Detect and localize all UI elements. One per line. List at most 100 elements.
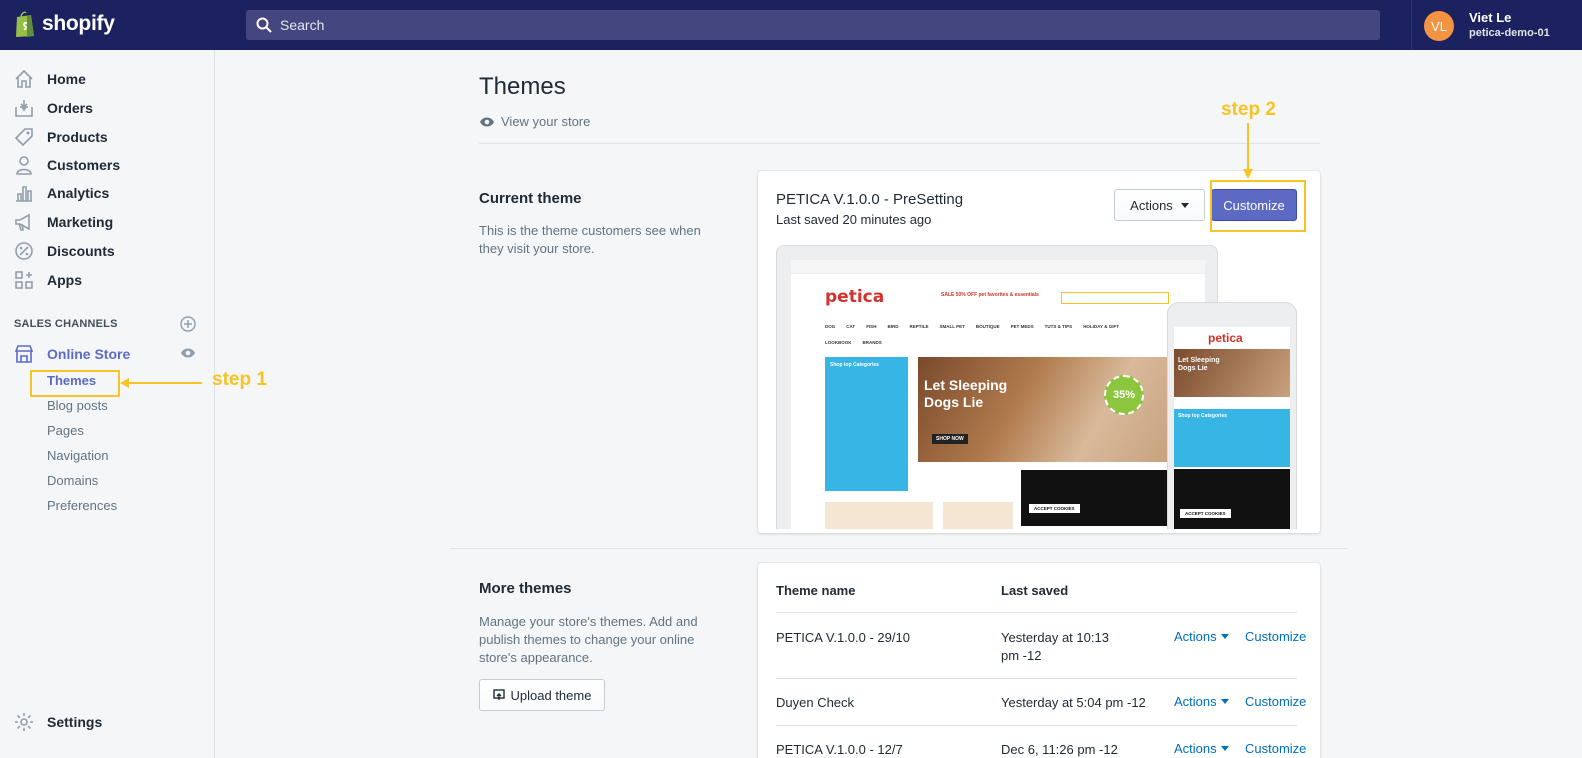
tag-icon xyxy=(14,128,33,147)
sidebar-item-label: Customers xyxy=(47,157,121,173)
preview-categories: Shop top Categories xyxy=(825,357,908,491)
preview-menu-item: SMALL PET xyxy=(939,324,965,329)
sidebar-item-pages[interactable]: Pages xyxy=(47,423,84,438)
sidebar-item-preferences[interactable]: Preferences xyxy=(47,498,117,513)
avatar[interactable]: VL xyxy=(1424,11,1454,41)
upload-theme-button[interactable]: Upload theme xyxy=(479,679,605,711)
theme-row-saved: Dec 6, 11:26 pm -12 xyxy=(1001,742,1118,757)
sidebar: Home Orders Products Customers Analytics… xyxy=(0,50,215,758)
preview-menu-item: BRANDS xyxy=(862,340,882,345)
sales-channels-title: SALES CHANNELS xyxy=(14,318,118,330)
sidebar-item-products[interactable]: Products xyxy=(14,125,108,149)
preview-mobile-hero-text: Let Sleeping Dogs Lie xyxy=(1178,357,1220,372)
preview-menu-item: BOUTIQUE xyxy=(975,324,1000,329)
current-theme-heading: Current theme xyxy=(479,190,582,207)
view-store-label: View your store xyxy=(501,114,591,129)
sidebar-item-apps[interactable]: Apps xyxy=(14,268,82,292)
preview-mobile-brand: petica xyxy=(1208,331,1243,345)
preview-promo-tile xyxy=(943,502,1013,529)
sidebar-item-label: Analytics xyxy=(47,185,110,201)
sidebar-item-label: Orders xyxy=(47,100,93,116)
preview-brand: petica xyxy=(825,287,885,307)
preview-mobile-categories: Shop top Categories xyxy=(1174,409,1290,467)
actions-button[interactable]: Actions xyxy=(1114,189,1205,221)
orders-icon xyxy=(15,100,33,117)
view-store-link[interactable]: View your store xyxy=(479,114,590,129)
sidebar-item-label: Settings xyxy=(47,714,103,730)
bar-chart-icon xyxy=(16,186,32,202)
row-actions-link[interactable]: Actions xyxy=(1174,694,1229,709)
col-last-saved: Last saved xyxy=(1001,583,1069,598)
mobile-preview-frame: petica Let Sleeping Dogs Lie Shop top Ca… xyxy=(1167,302,1297,529)
user-name[interactable]: Viet Le xyxy=(1469,10,1511,25)
sidebar-item-orders[interactable]: Orders xyxy=(14,96,93,120)
row-customize-link[interactable]: Customize xyxy=(1245,741,1306,756)
desktop-preview-screen: petica SALE 50% OFF pet favorites & esse… xyxy=(791,260,1205,529)
step1-label: step 1 xyxy=(212,369,267,390)
preview-mobile-hero: Let Sleeping Dogs Lie xyxy=(1174,349,1290,397)
preview-discount-badge: 35% xyxy=(1104,375,1144,415)
top-bar: shopify VL Viet Le petica-demo-01 xyxy=(0,0,1582,50)
row-actions-link[interactable]: Actions xyxy=(1174,741,1229,756)
search-bar[interactable] xyxy=(246,10,1380,40)
user-divider xyxy=(1411,0,1412,50)
row-actions-link[interactable]: Actions xyxy=(1174,629,1229,644)
step1-arrow xyxy=(120,378,202,388)
store-icon xyxy=(14,345,34,363)
sidebar-item-label: Products xyxy=(47,129,108,145)
theme-row-name: PETICA V.1.0.0 - 12/7 xyxy=(776,742,903,757)
sidebar-item-label: Discounts xyxy=(47,243,115,259)
row-customize-link[interactable]: Customize xyxy=(1245,629,1306,644)
page-title: Themes xyxy=(479,73,566,100)
sidebar-item-label: Apps xyxy=(47,272,82,288)
sidebar-item-online-store[interactable]: Online Store xyxy=(14,342,130,366)
eye-icon[interactable] xyxy=(180,347,196,359)
caret-down-icon xyxy=(1220,634,1229,639)
preview-menu-item: HOLIDAY & GIFT xyxy=(1083,324,1119,329)
preview-menu-item: LOOKBOOK xyxy=(825,340,852,345)
preview-mobile-accept-cookies: ACCEPT COOKIES xyxy=(1180,509,1231,518)
sidebar-item-customers[interactable]: Customers xyxy=(14,153,120,177)
search-icon xyxy=(256,17,272,33)
sidebar-item-settings[interactable]: Settings xyxy=(14,710,102,734)
current-theme-name: PETICA V.1.0.0 - PreSetting xyxy=(776,191,964,208)
table-divider xyxy=(776,725,1297,726)
sidebar-item-marketing[interactable]: Marketing xyxy=(14,210,113,234)
step2-highlight xyxy=(1210,180,1306,232)
search-input[interactable] xyxy=(280,17,1280,33)
add-channel-icon[interactable] xyxy=(180,316,196,332)
sidebar-item-analytics[interactable]: Analytics xyxy=(14,181,109,205)
shopify-logo[interactable]: shopify xyxy=(14,10,115,38)
sidebar-item-domains[interactable]: Domains xyxy=(47,473,98,488)
theme-preview[interactable]: petica SALE 50% OFF pet favorites & esse… xyxy=(776,245,1297,529)
more-themes-heading: More themes xyxy=(479,580,572,597)
preview-sale-text: SALE 50% OFF pet favorites & essentials xyxy=(941,292,1039,298)
step2-label: step 2 xyxy=(1221,99,1276,120)
row-actions-label: Actions xyxy=(1174,629,1217,644)
store-name[interactable]: petica-demo-01 xyxy=(1469,27,1550,39)
preview-menu: DOG CAT FISH BIRD REPTILE SMALL PET BOUT… xyxy=(825,324,1155,345)
preview-search xyxy=(1061,292,1169,304)
row-actions-label: Actions xyxy=(1174,741,1217,756)
preview-menu-item: DOG xyxy=(825,324,836,329)
theme-row-saved: Yesterday at 10:13 pm -12 xyxy=(1001,630,1109,663)
preview-topbar xyxy=(791,260,1205,274)
home-icon xyxy=(15,69,33,88)
preview-menu-item: PET MEDS xyxy=(1010,324,1034,329)
preview-menu-item: FISH xyxy=(866,324,877,329)
more-themes-table: Theme name Last saved PETICA V.1.0.0 - 2… xyxy=(758,563,1320,758)
preview-mobile-cookie-banner: ACCEPT COOKIES xyxy=(1174,469,1290,529)
preview-mobile-categories-title: Shop top Categories xyxy=(1178,413,1227,419)
desktop-preview-frame: petica SALE 50% OFF pet favorites & esse… xyxy=(776,245,1218,529)
actions-label: Actions xyxy=(1130,197,1173,213)
sidebar-item-blog-posts[interactable]: Blog posts xyxy=(47,398,108,413)
theme-row-name: PETICA V.1.0.0 - 29/10 xyxy=(776,630,910,645)
preview-menu-item: REPTILE xyxy=(909,324,929,329)
mobile-preview-screen: petica Let Sleeping Dogs Lie Shop top Ca… xyxy=(1174,327,1290,529)
step2-arrow xyxy=(1243,123,1253,179)
sidebar-item-navigation[interactable]: Navigation xyxy=(47,448,108,463)
sidebar-item-discounts[interactable]: Discounts xyxy=(14,239,115,263)
sidebar-item-home[interactable]: Home xyxy=(14,67,86,91)
section-divider xyxy=(450,548,1348,549)
row-customize-link[interactable]: Customize xyxy=(1245,694,1306,709)
